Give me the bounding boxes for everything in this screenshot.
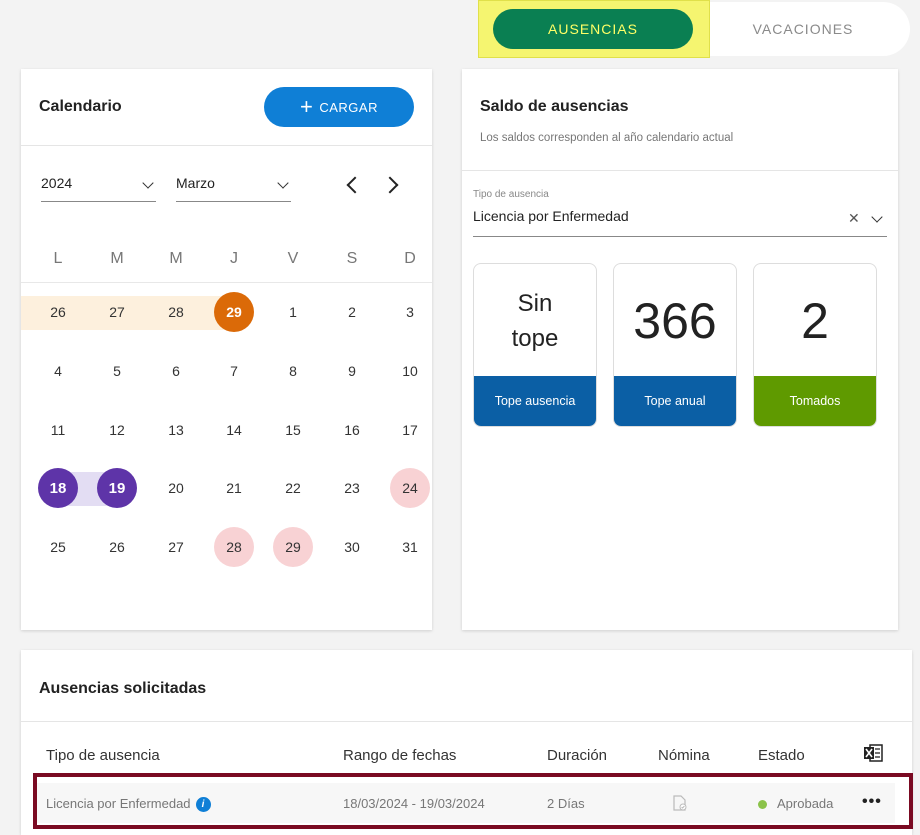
calendar-day[interactable]: 28 [214,527,254,567]
calendar-grid-divider [21,282,432,283]
column-header-tipo[interactable]: Tipo de ausencia [46,747,160,764]
stat-label: Tomados [754,376,876,426]
calendar-day[interactable]: 21 [214,468,254,508]
calendar-day[interactable]: 25 [38,527,78,567]
stat-tope-anual: 366 Tope anual [613,263,737,427]
row-tipo: Licencia por Enfermedad i [46,796,211,813]
stat-label: Tope anual [614,376,736,426]
row-rango: 18/03/2024 - 19/03/2024 [343,796,485,811]
cargar-button[interactable]: + CARGAR [264,87,414,127]
calendar-day[interactable]: 2 [332,292,372,332]
divider [21,721,912,722]
tipo-ausencia-label: Tipo de ausencia [473,189,549,200]
stat-tope-ausencia: Sin tope Tope ausencia [473,263,597,427]
calendar-day[interactable]: 26 [97,527,137,567]
calendar-day[interactable]: 17 [390,410,430,450]
excel-export-icon[interactable] [863,744,883,762]
calendar-day[interactable]: 7 [214,351,254,391]
column-header-duracion[interactable]: Duración [547,747,607,764]
calendar-day[interactable]: 15 [273,410,313,450]
calendar-day[interactable]: 29 [214,292,254,332]
calendar-day[interactable]: 31 [390,527,430,567]
calendar-day[interactable]: 19 [97,468,137,508]
calendar-day[interactable]: 24 [390,468,430,508]
calendar-day[interactable]: 28 [156,292,196,332]
calendar-day[interactable]: 14 [214,410,254,450]
year-value: 2024 [41,175,73,191]
calendar-day[interactable]: 9 [332,351,372,391]
chevron-down-icon[interactable] [871,211,883,223]
weekday-label: M [110,250,124,267]
divider [21,145,432,146]
prev-month-icon[interactable] [346,176,364,194]
chevron-down-icon [142,177,154,189]
more-options-icon[interactable]: ••• [862,793,882,811]
absence-tabs: AUSENCIAS VACACIONES [478,0,913,58]
plus-icon: + [300,94,314,119]
info-icon[interactable]: i [195,797,211,813]
calendar-title: Calendario [39,98,122,115]
calendar-day[interactable]: 27 [97,292,137,332]
status-dot [758,800,767,810]
calendar-day[interactable]: 29 [273,527,313,567]
status-badge: Aprobada [777,796,834,811]
stat-tomados: 2 Tomados [753,263,877,427]
weekday-label: V [287,250,299,267]
calendar-day[interactable]: 8 [273,351,313,391]
column-header-nomina[interactable]: Nómina [658,747,710,764]
month-select[interactable]: Marzo [176,173,291,202]
solicitadas-title: Ausencias solicitadas [39,680,207,697]
calendar-day[interactable]: 6 [156,351,196,391]
cargar-label: CARGAR [319,99,378,115]
calendar-day[interactable]: 18 [38,468,78,508]
next-month-icon[interactable] [381,176,399,194]
clear-icon[interactable]: ✕ [848,210,860,227]
calendar-day[interactable]: 23 [332,468,372,508]
calendar-day[interactable]: 30 [332,527,372,567]
tipo-ausencia-select[interactable]: Licencia por Enfermedad [473,208,629,224]
stat-value: 366 [633,293,717,349]
calendar-day[interactable]: 1 [273,292,313,332]
ausencias-solicitadas-card: Ausencias solicitadas Tipo de ausencia R… [21,650,913,835]
weekday-label: L [53,250,63,267]
saldo-title: Saldo de ausencias [480,98,629,115]
document-check-icon [673,795,687,811]
calendar-day[interactable]: 16 [332,410,372,450]
column-header-rango[interactable]: Rango de fechas [343,747,456,764]
weekday-label: J [230,250,238,267]
tab-vacaciones[interactable]: VACACIONES [728,9,878,49]
weekday-label: S [346,250,358,267]
calendar-day[interactable]: 11 [38,410,78,450]
calendar-day[interactable]: 12 [97,410,137,450]
calendar-day[interactable]: 3 [390,292,430,332]
saldo-subtitle: Los saldos corresponden al año calendari… [480,132,734,144]
chevron-down-icon [277,177,289,189]
weekday-label: M [169,250,183,267]
calendar-day[interactable]: 10 [390,351,430,391]
select-underline [473,236,887,237]
stat-label: Tope ausencia [474,376,596,426]
calendar-day[interactable]: 4 [38,351,78,391]
row-estado: Aprobada [758,796,833,811]
stat-value: 2 [801,293,829,349]
calendar-day[interactable]: 20 [156,468,196,508]
row-duracion: 2 Días [547,796,585,811]
month-value: Marzo [176,175,215,191]
calendar-day[interactable]: 26 [38,292,78,332]
calendar-day[interactable]: 5 [97,351,137,391]
calendar-day[interactable]: 27 [156,527,196,567]
stat-value: Sin tope [511,290,559,352]
year-select[interactable]: 2024 [41,173,156,202]
calendar-day[interactable]: 13 [156,410,196,450]
row-tipo-label: Licencia por Enfermedad [46,796,191,811]
weekday-label: D [404,250,416,267]
calendar-card: Calendario + CARGAR 2024 Marzo LMMJVSD 2… [21,69,432,630]
column-header-estado[interactable]: Estado [758,747,805,764]
divider [462,170,898,171]
tab-ausencias[interactable]: AUSENCIAS [493,9,693,49]
calendar-day[interactable]: 22 [273,468,313,508]
saldo-card: Saldo de ausencias Los saldos correspond… [462,69,898,630]
